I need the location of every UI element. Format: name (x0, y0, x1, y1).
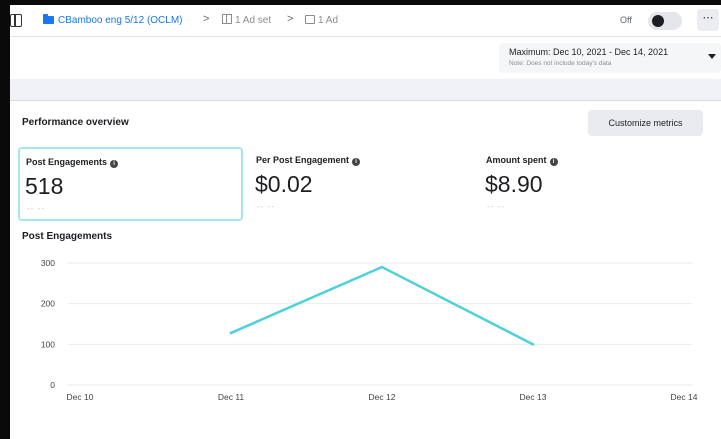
y-tick-label: 200 (41, 299, 55, 309)
date-range-note: Note: Does not include today's data (509, 60, 612, 67)
line-chart: 0 100 200 300 Dec 10 Dec 11 Dec 12 Dec 13 Dec 14 (41, 258, 698, 402)
toggle-state-label: Off (620, 15, 632, 25)
breadcrumb-ad[interactable]: 1 Ad (305, 14, 338, 28)
breadcrumb-ad-set[interactable]: 1 Ad set (222, 14, 271, 28)
data-point (380, 265, 384, 269)
more-options-button[interactable]: ⋯ (697, 9, 719, 31)
y-tick-label: 0 (50, 380, 55, 390)
performance-card: Performance overview Customize metrics P… (10, 100, 721, 439)
date-range-picker[interactable]: Maximum: Dec 10, 2021 - Dec 14, 2021 Not… (499, 43, 721, 73)
date-range-label: Maximum: Dec 10, 2021 - Dec 14, 2021 (509, 47, 669, 57)
x-tick-label: Dec 11 (218, 392, 245, 402)
x-tick-label: Dec 13 (520, 392, 547, 402)
sidebar-toggle-icon[interactable] (10, 14, 22, 27)
campaign-toggle[interactable] (648, 12, 682, 30)
series-line (229, 265, 535, 346)
y-tick-label: 100 (41, 339, 55, 349)
y-tick-label: 300 (41, 258, 55, 268)
screen-bezel-left (0, 0, 10, 439)
x-tick-label: Dec 10 (67, 392, 94, 402)
ad-label: 1 Ad (318, 15, 339, 26)
breadcrumb-campaign[interactable]: CBamboo eng 5/12 (OCLM) (43, 14, 183, 28)
chevron-right-icon: > (203, 13, 210, 25)
ad-icon (305, 15, 315, 24)
x-tick-label: Dec 14 (671, 392, 698, 402)
campaign-name: CBamboo eng 5/12 (OCLM) (58, 15, 183, 26)
folder-icon (43, 14, 54, 24)
chevron-right-icon: > (287, 13, 294, 25)
breadcrumb-bar: CBamboo eng 5/12 (OCLM) > 1 Ad set > 1 A… (10, 5, 721, 37)
date-range-bar: Maximum: Dec 10, 2021 - Dec 14, 2021 Not… (10, 37, 721, 79)
x-tick-label: Dec 12 (369, 392, 396, 402)
screen: CBamboo eng 5/12 (OCLM) > 1 Ad set > 1 A… (0, 0, 721, 439)
data-point (229, 331, 233, 335)
caret-down-icon (708, 54, 716, 59)
ad-set-icon (222, 14, 232, 24)
toggle-knob (652, 15, 664, 27)
data-point (531, 343, 535, 346)
ad-set-label: 1 Ad set (235, 15, 272, 26)
